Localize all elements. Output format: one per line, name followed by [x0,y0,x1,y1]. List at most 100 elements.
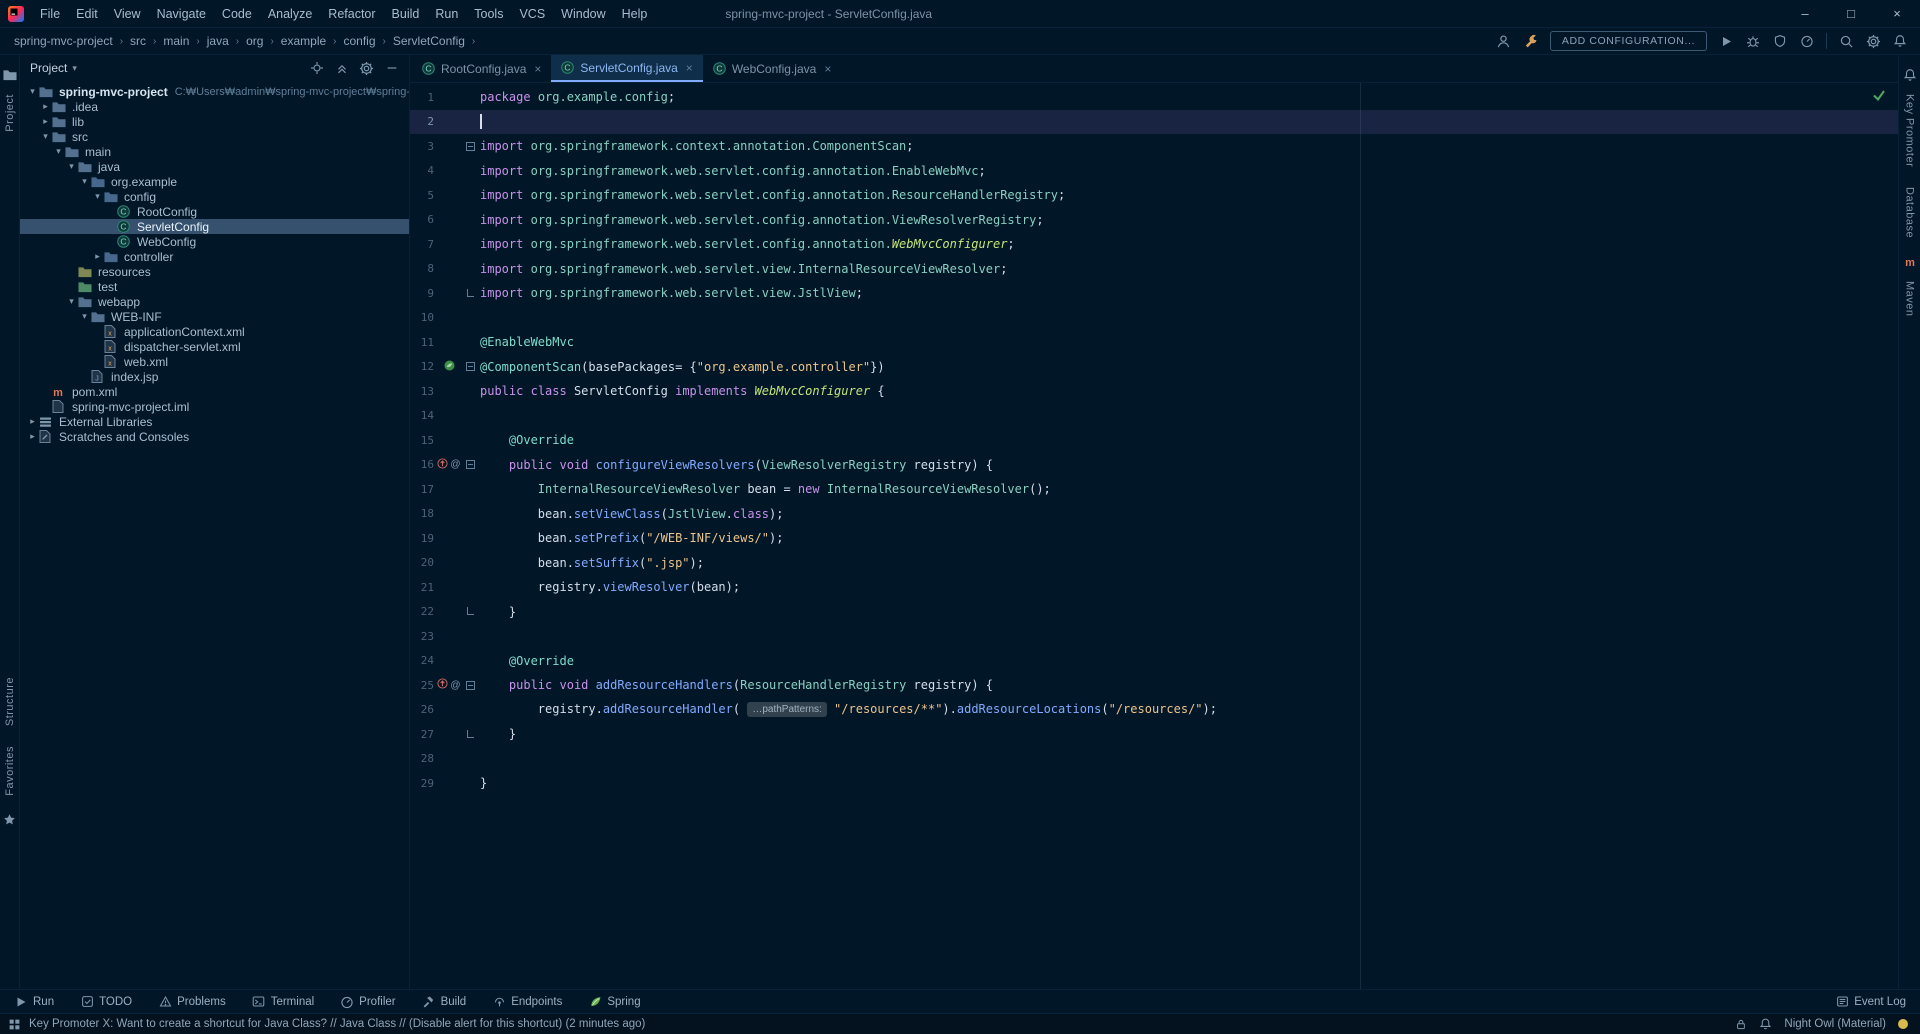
tree-item-lib[interactable]: ▸ lib [20,114,409,129]
breadcrumb-servletconfig[interactable]: ServletConfig [393,34,465,48]
locate-icon[interactable] [309,61,324,76]
tool-tab-structure[interactable]: Structure [4,677,16,726]
bell-icon[interactable] [1892,33,1908,49]
tab-webconfig-java[interactable]: C WebConfig.java × [703,55,842,82]
breadcrumb-config[interactable]: config [344,34,376,48]
tree-item-main[interactable]: ▾ main [20,144,409,159]
expand-arrow-icon[interactable]: ▾ [78,176,91,187]
settings-icon[interactable] [1865,33,1881,49]
tree-item-rootconfig[interactable]: C RootConfig [20,204,409,219]
fold-marker-icon[interactable] [464,141,476,151]
fold-marker-icon[interactable] [464,729,476,739]
tool-tab-database[interactable]: Database [1904,187,1916,238]
tree-item-org-example[interactable]: ▾ org.example [20,174,409,189]
menu-file[interactable]: File [32,0,68,28]
tool-tab-favorites[interactable]: Favorites [4,746,16,796]
menu-tools[interactable]: Tools [466,0,511,28]
fold-marker-icon[interactable] [464,362,476,372]
tree-item-config[interactable]: ▾ config [20,189,409,204]
tool-tab-maven[interactable]: Maven [1904,281,1916,317]
tree-item-scratches-and-consoles[interactable]: ▸ Scratches and Consoles [20,429,409,444]
tool-windows-grid-icon[interactable] [8,1018,21,1031]
status-message[interactable]: Key Promoter X: Want to create a shortcu… [29,1018,645,1030]
expand-arrow-icon[interactable]: ▾ [78,311,91,322]
tree-item-pom-xml[interactable]: m pom.xml [20,384,409,399]
expand-arrow-icon[interactable]: ▾ [91,191,104,202]
project-panel-title[interactable]: Project [30,61,67,75]
fold-marker-icon[interactable] [464,460,476,470]
tab-rootconfig-java[interactable]: C RootConfig.java × [412,55,551,82]
fold-marker-icon[interactable] [464,607,476,616]
tree-item-test[interactable]: test [20,279,409,294]
toolwindow-button-spring[interactable]: Spring [588,995,641,1009]
menu-run[interactable]: Run [427,0,466,28]
breadcrumb-main[interactable]: main [163,34,189,48]
close-button[interactable]: × [1874,0,1920,27]
maximize-button[interactable]: □ [1828,0,1874,27]
menu-refactor[interactable]: Refactor [320,0,383,28]
menu-help[interactable]: Help [614,0,656,28]
lock-icon[interactable] [1734,1018,1747,1031]
collapse-arrow-icon[interactable]: ▸ [26,416,39,427]
menu-vcs[interactable]: VCS [511,0,553,28]
fold-marker-icon[interactable] [464,680,476,690]
toolwindow-button-event-log[interactable]: Event Log [1835,995,1906,1009]
fold-marker-icon[interactable] [464,288,476,298]
theme-color-dot[interactable] [1898,1019,1908,1029]
menu-edit[interactable]: Edit [68,0,106,28]
notifications-icon[interactable] [1902,67,1917,82]
breadcrumb-org[interactable]: org [246,34,263,48]
menu-build[interactable]: Build [384,0,428,28]
favorites-star-icon[interactable] [2,812,17,827]
breadcrumb-src[interactable]: src [130,34,146,48]
tree-item-index-jsp[interactable]: Jindex.jsp [20,369,409,384]
tree-item-resources[interactable]: resources [20,264,409,279]
tree-item-servletconfig[interactable]: C ServletConfig [20,219,409,234]
collapse-all-icon[interactable] [334,61,349,76]
close-icon[interactable]: × [686,62,693,74]
menu-view[interactable]: View [106,0,149,28]
menu-window[interactable]: Window [553,0,613,28]
overriding-method-icon[interactable] [437,458,448,472]
tree-item-spring-mvc-project[interactable]: ▾ spring-mvc-project C:₩Users₩admin₩spring… [20,84,409,99]
tab-servletconfig-java[interactable]: C ServletConfig.java × [551,55,703,82]
add-configuration-button[interactable]: ADD CONFIGURATION... [1549,31,1707,51]
menu-navigate[interactable]: Navigate [149,0,214,28]
tool-tab-project[interactable]: Project [4,94,16,132]
tool-tab-key-promoter[interactable]: Key Promoter [1904,94,1916,167]
expand-arrow-icon[interactable]: ▾ [52,146,65,157]
expand-arrow-icon[interactable]: ▾ [39,131,52,142]
tree-item-dispatcher-servlet-xml[interactable]: x dispatcher-servlet.xml [20,339,409,354]
tree-item-webapp[interactable]: ▾ webapp [20,294,409,309]
breadcrumb-java[interactable]: java [207,34,229,48]
debug-icon[interactable] [1745,33,1761,49]
collapse-arrow-icon[interactable]: ▸ [39,116,52,127]
tree-item-applicationcontext-xml[interactable]: x applicationContext.xml [20,324,409,339]
expand-arrow-icon[interactable]: ▾ [65,161,78,172]
tree-item-spring-mvc-project-iml[interactable]: spring-mvc-project.iml [20,399,409,414]
tree-item-webconfig[interactable]: C WebConfig [20,234,409,249]
toolwindow-button-endpoints[interactable]: Endpoints [492,995,562,1009]
toolwindow-button-profiler[interactable]: Profiler [340,995,396,1009]
tree-item-java[interactable]: ▾ java [20,159,409,174]
breadcrumb-example[interactable]: example [281,34,326,48]
menu-analyze[interactable]: Analyze [260,0,320,28]
tree-item-web-inf[interactable]: ▾ WEB-INF [20,309,409,324]
user-icon[interactable] [1496,33,1512,49]
theme-widget[interactable]: Night Owl (Material) [1784,1018,1886,1030]
close-icon[interactable]: × [824,63,831,75]
close-icon[interactable]: × [534,63,541,75]
minimize-button[interactable]: – [1782,0,1828,27]
tree-item-src[interactable]: ▾ src [20,129,409,144]
expand-arrow-icon[interactable]: ▾ [26,86,39,97]
tree-item-controller[interactable]: ▸ controller [20,249,409,264]
settings-icon[interactable] [359,61,374,76]
tree-item-external-libraries[interactable]: ▸ External Libraries [20,414,409,429]
collapse-arrow-icon[interactable]: ▸ [39,101,52,112]
coverage-icon[interactable] [1772,33,1788,49]
hide-icon[interactable] [384,61,399,76]
spring-bean-icon[interactable] [444,360,455,374]
collapse-arrow-icon[interactable]: ▸ [26,431,39,442]
code-editor[interactable]: 1 package org.example.config; 2 3 import org… [410,83,1898,989]
play-icon[interactable] [1718,33,1734,49]
